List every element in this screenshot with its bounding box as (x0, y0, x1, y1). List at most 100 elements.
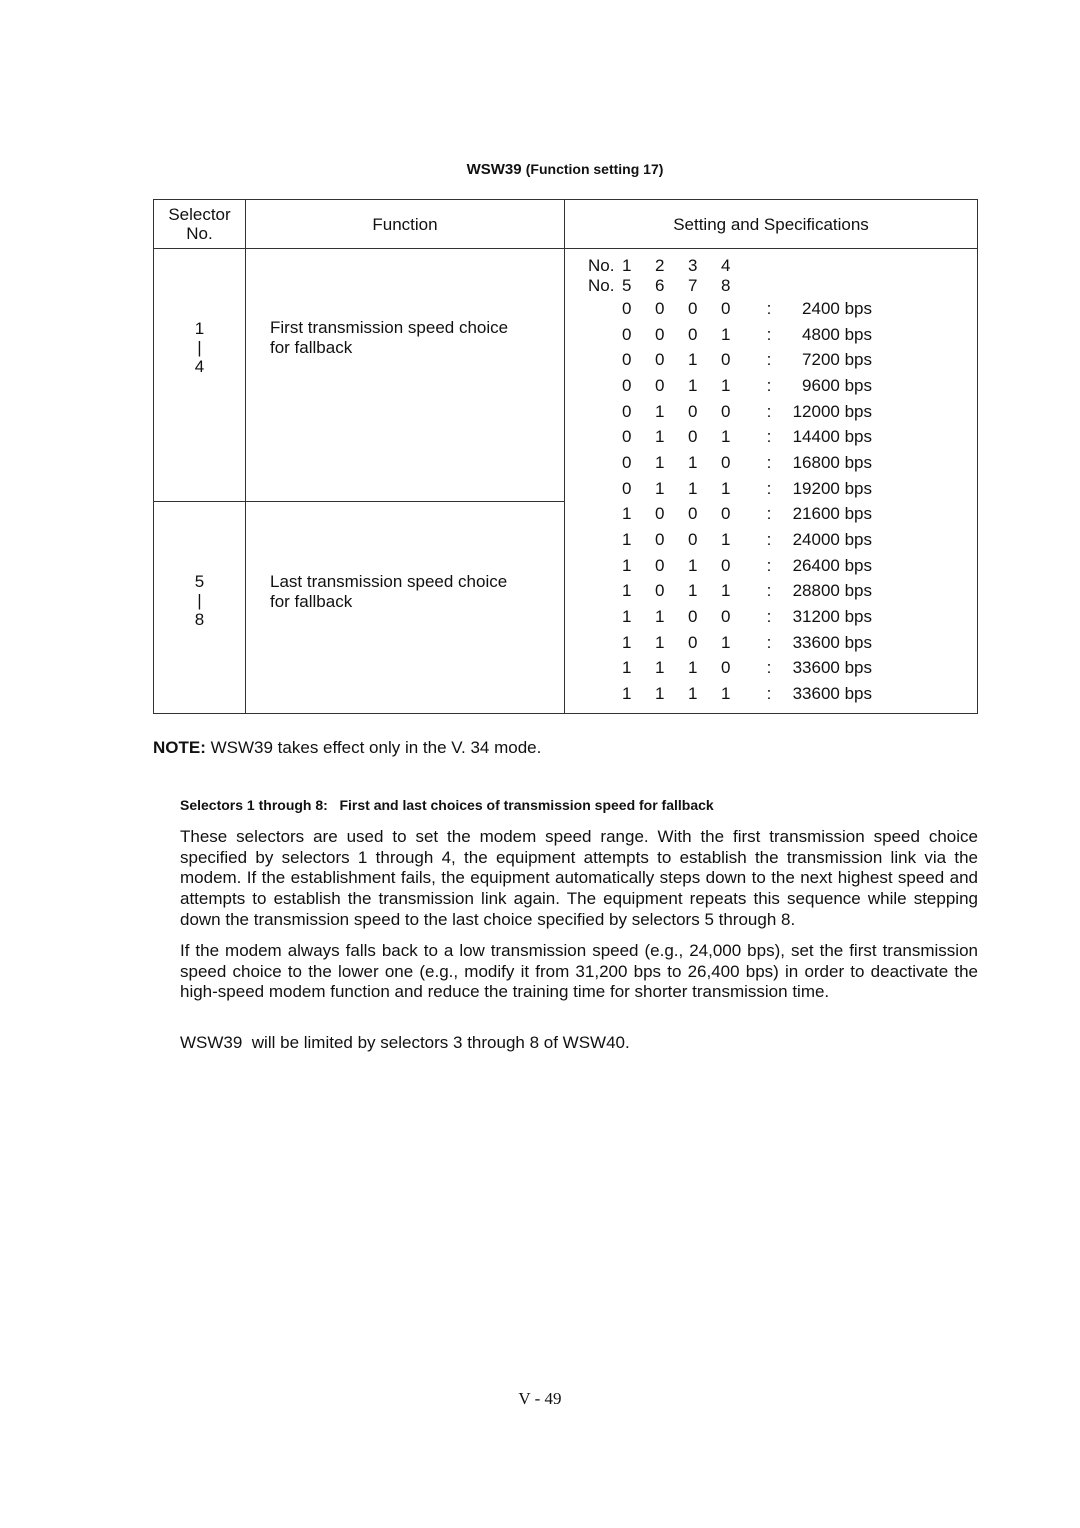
function-line: for fallback (270, 338, 353, 357)
speed-setting-row: 1 1 1 0:33600 bps (588, 656, 977, 682)
bit-value: 0 (655, 298, 665, 318)
bit-value: 0 (655, 581, 665, 601)
selector-number-label: No. (588, 276, 615, 295)
bit-value: 0 (655, 555, 665, 575)
bit-value: 1 (721, 478, 731, 498)
separator: : (766, 298, 772, 318)
speed-value: 12000 bps (792, 401, 872, 421)
selector-number: 8 (721, 276, 731, 295)
settings-cell: No. 1 2 3 4 No. 5 6 7 8 0 0 0 0: 2400 bps 0 0 0 1: 4800 bps… (564, 248, 978, 714)
bit-value: 1 (622, 530, 632, 550)
selector-range-separator: | (197, 338, 202, 357)
speed-setting-row: 0 0 1 1: 9600 bps (588, 373, 977, 399)
bit-value: 1 (721, 324, 731, 344)
selector-start: 5 (194, 572, 205, 591)
speed-value: 28800 bps (792, 581, 872, 601)
page-number: V - 49 (518, 1389, 562, 1408)
note: NOTE: WSW39 takes effect only in the V. … (153, 738, 541, 758)
selector-number: 7 (688, 276, 698, 295)
selector-range-separator: | (197, 591, 202, 610)
selector-end: 8 (194, 610, 205, 629)
speed-value: 19200 bps (792, 478, 872, 498)
speed-setting-row: 1 0 0 0:21600 bps (588, 502, 977, 528)
bit-value: 0 (622, 478, 632, 498)
speed-setting-row: 0 0 0 1: 4800 bps (588, 322, 977, 348)
section-title: WSW39 (Function setting 17) (0, 161, 1080, 178)
speed-setting-row: 1 0 1 0:26400 bps (588, 553, 977, 579)
header-selector-no: Selector No. (153, 199, 246, 249)
bit-value: 1 (655, 607, 665, 627)
separator: : (766, 555, 772, 575)
bit-value: 0 (688, 504, 698, 524)
section-subtitle: (Function setting 17) (525, 161, 664, 177)
bit-value: 0 (622, 375, 632, 395)
bit-value: 0 (688, 632, 698, 652)
separator: : (766, 350, 772, 370)
speed-setting-row: 0 1 1 0:16800 bps (588, 450, 977, 476)
bit-value: 1 (688, 555, 698, 575)
speed-value: 7200 bps (802, 350, 872, 370)
speed-setting-row: 0 1 1 1:19200 bps (588, 476, 977, 502)
bit-value: 0 (655, 530, 665, 550)
bit-value: 1 (655, 427, 665, 447)
selector-number: 4 (721, 256, 731, 275)
table-row: 1 | 4 First transmission speed choice fo… (153, 248, 978, 714)
separator: : (766, 530, 772, 550)
selectors-subheading: Selectors 1 through 8: First and last ch… (180, 797, 714, 813)
bit-value: 1 (622, 555, 632, 575)
bit-value: 0 (721, 350, 731, 370)
bit-value: 0 (655, 375, 665, 395)
bit-value: 1 (721, 632, 731, 652)
speed-setting-row: 0 1 0 0:12000 bps (588, 399, 977, 425)
selector-number-header-row: No. 1 2 3 4 (588, 256, 977, 276)
speed-value: 4800 bps (802, 324, 872, 344)
selector-number: 5 (622, 276, 632, 295)
bit-value: 1 (655, 684, 665, 704)
bit-value: 1 (688, 350, 698, 370)
speed-value: 24000 bps (792, 530, 872, 550)
function-line: First transmission speed choice (270, 318, 509, 337)
header-settings: Setting and Specifications (564, 199, 978, 249)
bit-value: 1 (688, 658, 698, 678)
speed-setting-row: 0 1 0 1:14400 bps (588, 424, 977, 450)
bit-value: 1 (622, 658, 632, 678)
paragraph: If the modem always falls back to a low … (180, 941, 978, 1002)
selector-number: 6 (655, 276, 665, 295)
separator: : (766, 427, 772, 447)
note-label: NOTE: (153, 738, 206, 757)
bit-value: 1 (721, 375, 731, 395)
bit-value: 0 (688, 427, 698, 447)
bit-value: 0 (721, 504, 731, 524)
speed-setting-row: 0 0 0 0: 2400 bps (588, 296, 977, 322)
separator: : (766, 478, 772, 498)
bit-value: 0 (655, 504, 665, 524)
speed-settings-grid: No. 1 2 3 4 No. 5 6 7 8 0 0 0 0: 2400 bps 0 0 0 1: 4800 bps… (588, 256, 977, 707)
speed-value: 33600 bps (792, 684, 872, 704)
selector-end: 4 (194, 357, 205, 376)
bit-value: 1 (655, 401, 665, 421)
bit-value: 0 (688, 607, 698, 627)
speed-value: 31200 bps (792, 607, 872, 627)
bit-value: 1 (655, 658, 665, 678)
bit-value: 1 (721, 581, 731, 601)
speed-setting-row: 1 0 1 1:28800 bps (588, 579, 977, 605)
separator: : (766, 324, 772, 344)
function-line: for fallback (270, 592, 353, 611)
bit-value: 0 (655, 350, 665, 370)
bit-value: 0 (622, 298, 632, 318)
bit-value: 0 (655, 324, 665, 344)
bit-value: 1 (688, 684, 698, 704)
function-cell: First transmission speed choice for fall… (245, 248, 565, 502)
table-header-row: Selector No. Function Setting and Specif… (153, 199, 978, 249)
selector-range-cell: 5 | 8 (153, 501, 246, 714)
bit-value: 1 (655, 452, 665, 472)
bit-value: 0 (688, 530, 698, 550)
speed-setting-row: 1 0 0 1:24000 bps (588, 527, 977, 553)
bit-value: 0 (688, 324, 698, 344)
separator: : (766, 375, 772, 395)
bit-value: 1 (721, 427, 731, 447)
header-selector-line1: Selector (168, 205, 231, 224)
selector-number-header-row: No. 5 6 7 8 (588, 276, 977, 296)
note-text: WSW39 takes effect only in the V. 34 mod… (210, 738, 542, 757)
bit-value: 1 (655, 632, 665, 652)
